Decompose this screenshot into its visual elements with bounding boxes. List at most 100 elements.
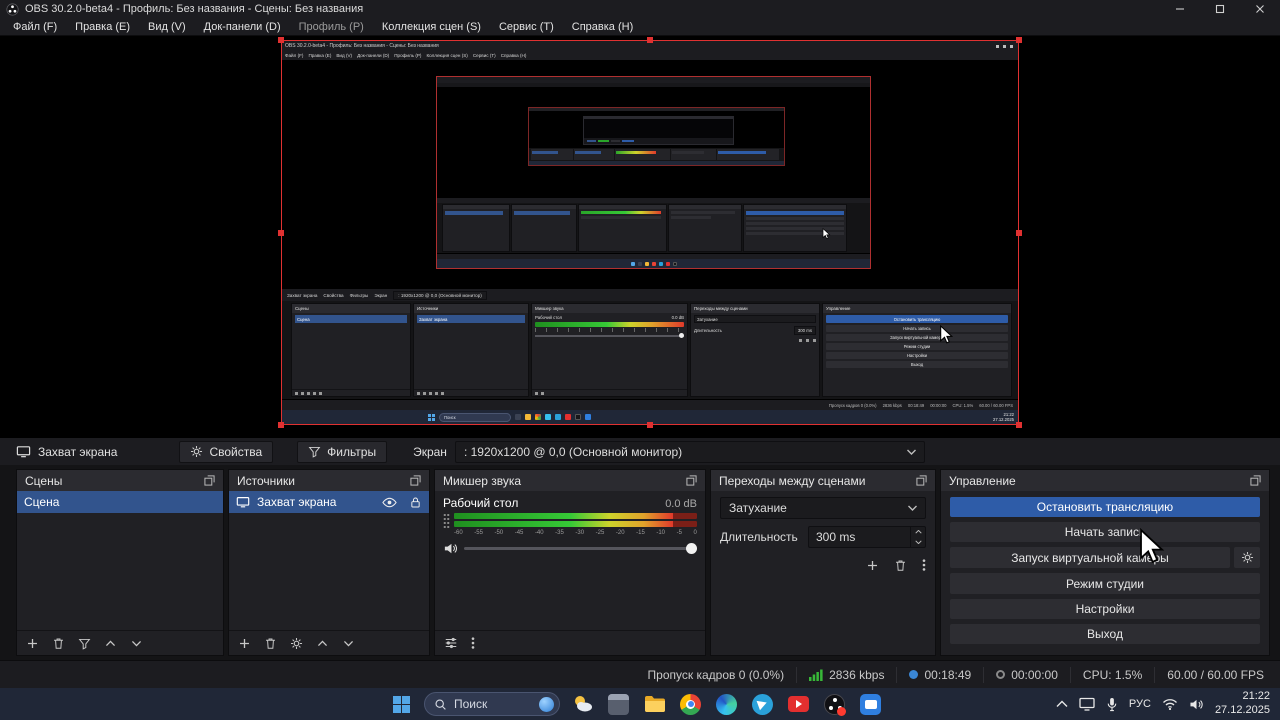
channel-db: 0.0 dB <box>665 498 697 510</box>
taskbar-clock[interactable]: 21:22 27.12.2025 <box>1215 690 1270 718</box>
mixer-channel: Рабочий стол 0.0 dB -60 -55 -50 -45 -40 -35 -3… <box>435 491 705 630</box>
transform-handle[interactable] <box>1016 229 1022 236</box>
controls-dock: Управление Остановить трансляцию Начать … <box>940 469 1270 656</box>
preview-canvas[interactable]: OBS 30.2.0-beta4 - Профиль: Без названия… <box>278 37 1022 428</box>
tray-mic-icon[interactable] <box>1106 697 1118 712</box>
mock-preview-area <box>282 61 1018 288</box>
speaker-icon[interactable] <box>443 541 458 556</box>
filters-button[interactable]: Фильтры <box>297 440 388 463</box>
weather-widget[interactable] <box>569 691 596 718</box>
scene-up-button[interactable] <box>104 637 117 650</box>
tray-display-icon[interactable] <box>1079 697 1095 711</box>
remove-scene-button[interactable] <box>52 637 65 650</box>
mock-menu-item: Вид (V) <box>336 53 353 58</box>
screen-select[interactable]: : 1920x1200 @ 0,0 (Основной монитор) <box>454 440 925 463</box>
transform-handle[interactable] <box>278 422 284 428</box>
scenes-dock-header: Сцены <box>17 470 223 491</box>
scene-item[interactable]: Сцена <box>17 491 223 513</box>
menu-profile[interactable]: Профиль (P) <box>290 18 373 36</box>
volume-icon[interactable] <box>1189 698 1204 711</box>
spin-down-icon[interactable] <box>911 537 925 547</box>
mixer-menu-dots-icon[interactable] <box>471 636 475 650</box>
virtual-camera-button[interactable]: Запуск виртуальной камеры <box>950 547 1230 569</box>
taskbar-search[interactable]: Поиск <box>424 692 560 716</box>
mock-menu-bar: Файл (F) Правка (E) Вид (V) Док-панели (… <box>282 51 1018 61</box>
scene-down-button[interactable] <box>130 637 143 650</box>
mock-source-name: Захват экрана <box>287 292 318 298</box>
menu-edit[interactable]: Правка (E) <box>66 18 139 36</box>
maximize-button[interactable] <box>1200 0 1240 18</box>
settings-button[interactable]: Настройки <box>950 598 1260 619</box>
transform-handle[interactable] <box>278 37 284 43</box>
app-window-icon[interactable] <box>605 691 632 718</box>
sources-list: Захват экрана <box>229 491 429 630</box>
scenes-dock: Сцены Сцена <box>16 469 224 656</box>
edge-icon[interactable] <box>713 691 740 718</box>
obs-studio-window: OBS 30.2.0-beta4 - Профиль: Без названия… <box>0 0 1280 720</box>
menu-view[interactable]: Вид (V) <box>139 18 195 36</box>
virtual-camera-config-button[interactable] <box>1234 547 1260 569</box>
telegram-icon[interactable] <box>749 691 776 718</box>
menu-tools[interactable]: Сервис (T) <box>490 18 563 36</box>
popout-icon[interactable] <box>916 475 927 486</box>
source-up-button[interactable] <box>316 637 329 650</box>
remove-source-button[interactable] <box>264 637 277 650</box>
obs-taskbar-icon[interactable] <box>821 691 848 718</box>
file-explorer-icon[interactable] <box>641 691 668 718</box>
minimize-button[interactable] <box>1160 0 1200 18</box>
start-button[interactable] <box>388 691 415 718</box>
transform-handle[interactable] <box>1016 37 1022 43</box>
language-indicator[interactable]: РУС <box>1129 698 1151 710</box>
properties-button[interactable]: Свойства <box>179 440 274 463</box>
add-transition-button[interactable] <box>866 559 879 572</box>
selected-source: Захват экрана <box>16 444 117 459</box>
add-source-button[interactable] <box>238 637 251 650</box>
screen-capture-mock-level3 <box>528 107 785 166</box>
studio-mode-button[interactable]: Режим студии <box>950 573 1260 594</box>
menu-help[interactable]: Справка (H) <box>563 18 642 36</box>
mixer-dock-header: Микшер звука <box>435 470 705 491</box>
close-button[interactable] <box>1240 0 1280 18</box>
spin-up-icon[interactable] <box>911 527 925 537</box>
search-highlight-icon <box>539 696 554 712</box>
transition-select[interactable]: Затухание <box>720 497 926 519</box>
transform-handle[interactable] <box>647 422 653 428</box>
popout-icon[interactable] <box>410 475 421 486</box>
mock-menu-item: Сервис (T) <box>472 53 496 58</box>
scene-filters-button[interactable] <box>78 637 91 650</box>
live-indicator-icon <box>909 670 919 679</box>
screen-label: Экран <box>413 444 447 459</box>
stop-streaming-button[interactable]: Остановить трансляцию <box>950 497 1260 518</box>
add-scene-button[interactable] <box>26 637 39 650</box>
menu-docks[interactable]: Док-панели (D) <box>195 18 290 36</box>
source-down-button[interactable] <box>342 637 355 650</box>
volume-slider[interactable] <box>464 542 697 554</box>
youtube-icon[interactable] <box>785 691 812 718</box>
transform-handle[interactable] <box>278 229 284 236</box>
drag-grip-icon[interactable] <box>443 513 450 529</box>
tv-app-icon[interactable] <box>857 691 884 718</box>
remove-transition-button[interactable] <box>894 559 907 572</box>
transform-handle[interactable] <box>1016 422 1022 428</box>
volume-slider-handle[interactable] <box>686 542 697 554</box>
transition-menu-dots-icon[interactable] <box>922 558 926 572</box>
popout-icon[interactable] <box>686 475 697 486</box>
popout-icon[interactable] <box>204 475 215 486</box>
mock-mixer-dock: Микшер звука Рабочий стол 0.0 dB <box>531 303 688 397</box>
source-item[interactable]: Захват экрана <box>229 491 429 513</box>
menu-scene-collection[interactable]: Коллекция сцен (S) <box>373 18 490 36</box>
menu-file[interactable]: Файл (F) <box>4 18 66 36</box>
wifi-icon[interactable] <box>1162 698 1178 710</box>
tray-expand-icon[interactable] <box>1056 700 1068 708</box>
duration-spinbox[interactable]: 300 ms <box>808 526 926 548</box>
source-properties-button[interactable] <box>290 637 303 650</box>
visibility-eye-icon[interactable] <box>382 495 397 510</box>
transform-handle[interactable] <box>647 37 653 43</box>
advanced-audio-icon[interactable] <box>444 636 458 650</box>
chrome-icon[interactable] <box>677 691 704 718</box>
popout-icon[interactable] <box>1250 475 1261 486</box>
lock-icon[interactable] <box>409 496 422 509</box>
exit-button[interactable]: Выход <box>950 623 1260 645</box>
start-recording-button[interactable]: Начать запись <box>950 522 1260 543</box>
mock-menu-item: Файл (F) <box>285 53 304 58</box>
